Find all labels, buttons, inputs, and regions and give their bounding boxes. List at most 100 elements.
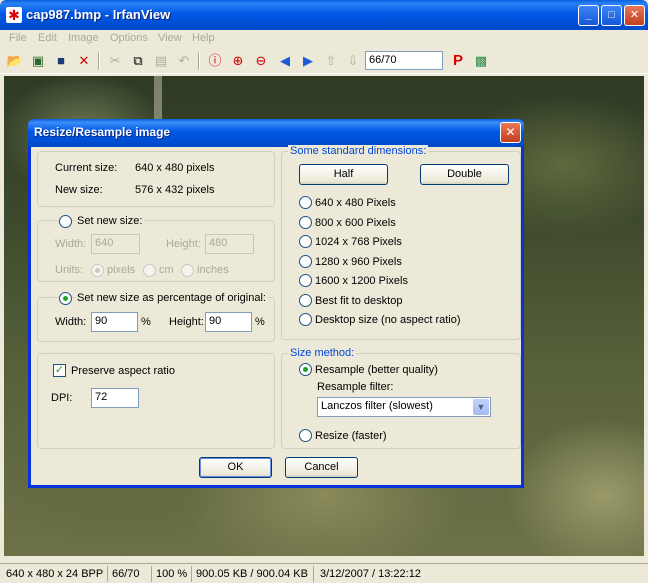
status-datetime: 3/12/2007 / 13:22:12 <box>320 568 421 580</box>
first-page-icon[interactable]: ⇧ <box>322 52 340 70</box>
status-filesize: 900.05 KB / 900.04 KB <box>194 566 314 582</box>
percent-width-input[interactable]: 90 <box>91 312 138 332</box>
status-bar: 640 x 480 x 24 BPP 66/70 100 % 900.05 KB… <box>0 563 648 583</box>
previous-arrow-icon[interactable]: ◀ <box>276 52 294 70</box>
height-pixels-input[interactable]: 480 <box>205 234 254 254</box>
menu-edit[interactable]: Edit <box>38 32 57 44</box>
last-page-icon[interactable]: ⇩ <box>344 52 362 70</box>
dim-800-label: 800 x 600 Pixels <box>315 217 396 229</box>
zoom-in-icon[interactable]: ⊕ <box>229 52 247 70</box>
resample-filter-label: Resample filter: <box>317 381 394 393</box>
chevron-down-icon[interactable]: ▼ <box>473 399 489 415</box>
toolbar-separator <box>98 52 100 70</box>
best-fit-label: Best fit to desktop <box>315 295 403 307</box>
save-icon[interactable]: ■ <box>52 52 70 70</box>
set-new-size-radio[interactable] <box>59 215 72 228</box>
unit-pixels-label: pixels <box>107 264 136 276</box>
unit-inches-radio[interactable] <box>181 264 194 277</box>
resize-radio[interactable] <box>299 429 312 442</box>
resample-filter-value: Lanczos filter (slowest) <box>321 400 433 412</box>
menu-help[interactable]: Help <box>192 32 215 44</box>
window-title: cap987.bmp - IrfanView <box>26 7 171 22</box>
paste-icon[interactable]: ▤ <box>152 52 170 70</box>
percentage-radio[interactable] <box>59 292 72 305</box>
copy-icon[interactable]: ⧉ <box>129 52 147 70</box>
desktop-size-radio[interactable] <box>299 313 312 326</box>
delete-icon[interactable]: ✕ <box>75 52 93 70</box>
current-size-label: Current size: <box>55 162 118 174</box>
paint-icon[interactable]: P <box>449 52 467 70</box>
undo-icon[interactable]: ↶ <box>175 52 193 70</box>
dim-1600-radio[interactable] <box>299 274 312 287</box>
dim-1024-label: 1024 x 768 Pixels <box>315 236 402 248</box>
current-size-value: 640 x 480 pixels <box>135 162 215 174</box>
dpi-label: DPI: <box>51 392 73 404</box>
new-size-value: 576 x 432 pixels <box>135 184 215 196</box>
size-method-group: Size method: Resample (better quality) R… <box>281 347 521 449</box>
zoom-out-icon[interactable]: ⊖ <box>252 52 270 70</box>
percent-height-input[interactable]: 90 <box>205 312 252 332</box>
dim-800-radio[interactable] <box>299 216 312 229</box>
status-zoom: 100 % <box>154 566 192 582</box>
minimize-button[interactable]: _ <box>578 5 599 26</box>
percent-width-label: Width: <box>55 316 87 328</box>
percentage-group: Set new size as percentage of original: … <box>37 292 275 342</box>
irfanview-logo-icon: ✱ <box>6 7 22 23</box>
dim-1024-radio[interactable] <box>299 235 312 248</box>
close-button[interactable]: ✕ <box>624 5 645 26</box>
irfanview-logo-small-icon[interactable]: ▩ <box>472 52 490 70</box>
half-button[interactable]: Half <box>299 164 388 185</box>
menu-view[interactable]: View <box>158 32 182 44</box>
resize-dialog: Resize/Resample image ✕ Current size: 64… <box>28 119 524 488</box>
new-size-label: New size: <box>55 184 103 196</box>
size-method-legend: Size method: <box>288 347 357 359</box>
percent-height-unit: % <box>255 316 265 328</box>
dim-1280-radio[interactable] <box>299 255 312 268</box>
resize-label: Resize (faster) <box>315 430 387 442</box>
unit-cm-label: cm <box>159 264 174 276</box>
set-new-size-label: Set new size: <box>75 215 145 227</box>
best-fit-radio[interactable] <box>299 294 312 307</box>
size-info-group: Current size: 640 x 480 pixels New size:… <box>37 151 275 207</box>
menu-bar: File Edit Image Options View Help <box>0 30 648 48</box>
resample-radio[interactable] <box>299 363 312 376</box>
ok-button[interactable]: OK <box>199 457 272 478</box>
percent-width-unit: % <box>141 316 151 328</box>
irfanview-window: ✱ cap987.bmp - IrfanView _ □ ✕ File Edit… <box>0 0 648 583</box>
status-dimensions: 640 x 480 x 24 BPP <box>4 566 108 582</box>
aspect-dpi-group: ✓ Preserve aspect ratio DPI: 72 <box>37 353 275 449</box>
cut-icon[interactable]: ✂ <box>106 52 124 70</box>
dialog-close-button[interactable]: ✕ <box>500 122 521 143</box>
unit-inches-label: inches <box>197 264 229 276</box>
status-page: 66/70 <box>110 566 152 582</box>
dim-1600-label: 1600 x 1200 Pixels <box>315 275 408 287</box>
dialog-title: Resize/Resample image <box>34 125 171 139</box>
menu-file[interactable]: File <box>9 32 27 44</box>
standard-dimensions-legend: Some standard dimensions: <box>288 145 429 157</box>
toolbar: 📂 ▣ ■ ✕ ✂ ⧉ ▤ ↶ ⓘ ⊕ ⊖ ◀ ▶ ⇧ ⇩ P ▩ <box>0 48 648 74</box>
dpi-input[interactable]: 72 <box>91 388 139 408</box>
standard-dimensions-group: Some standard dimensions: Half Double 64… <box>281 145 521 340</box>
percentage-label: Set new size as percentage of original: <box>75 292 268 304</box>
unit-cm-radio[interactable] <box>143 264 156 277</box>
desktop-size-label: Desktop size (no aspect ratio) <box>315 314 461 326</box>
dim-640-radio[interactable] <box>299 196 312 209</box>
maximize-button[interactable]: □ <box>601 5 622 26</box>
percent-height-label: Height: <box>169 316 204 328</box>
preserve-aspect-checkbox[interactable]: ✓ <box>53 364 66 377</box>
double-button[interactable]: Double <box>420 164 509 185</box>
resample-filter-select[interactable]: Lanczos filter (slowest) ▼ <box>317 397 491 417</box>
menu-options[interactable]: Options <box>110 32 148 44</box>
width-pixels-input[interactable]: 640 <box>91 234 140 254</box>
info-icon[interactable]: ⓘ <box>206 52 224 70</box>
unit-pixels-radio[interactable] <box>91 264 104 277</box>
title-bar[interactable]: ✱ cap987.bmp - IrfanView _ □ ✕ <box>0 0 648 30</box>
dialog-title-bar[interactable]: Resize/Resample image ✕ <box>28 119 524 147</box>
units-label: Units: <box>55 264 84 276</box>
open-folder-icon[interactable]: 📂 <box>6 52 24 70</box>
next-arrow-icon[interactable]: ▶ <box>299 52 317 70</box>
menu-image[interactable]: Image <box>68 32 99 44</box>
cancel-button[interactable]: Cancel <box>285 457 358 478</box>
slideshow-icon[interactable]: ▣ <box>29 52 47 70</box>
page-number-field[interactable]: 66/70 <box>365 51 443 70</box>
